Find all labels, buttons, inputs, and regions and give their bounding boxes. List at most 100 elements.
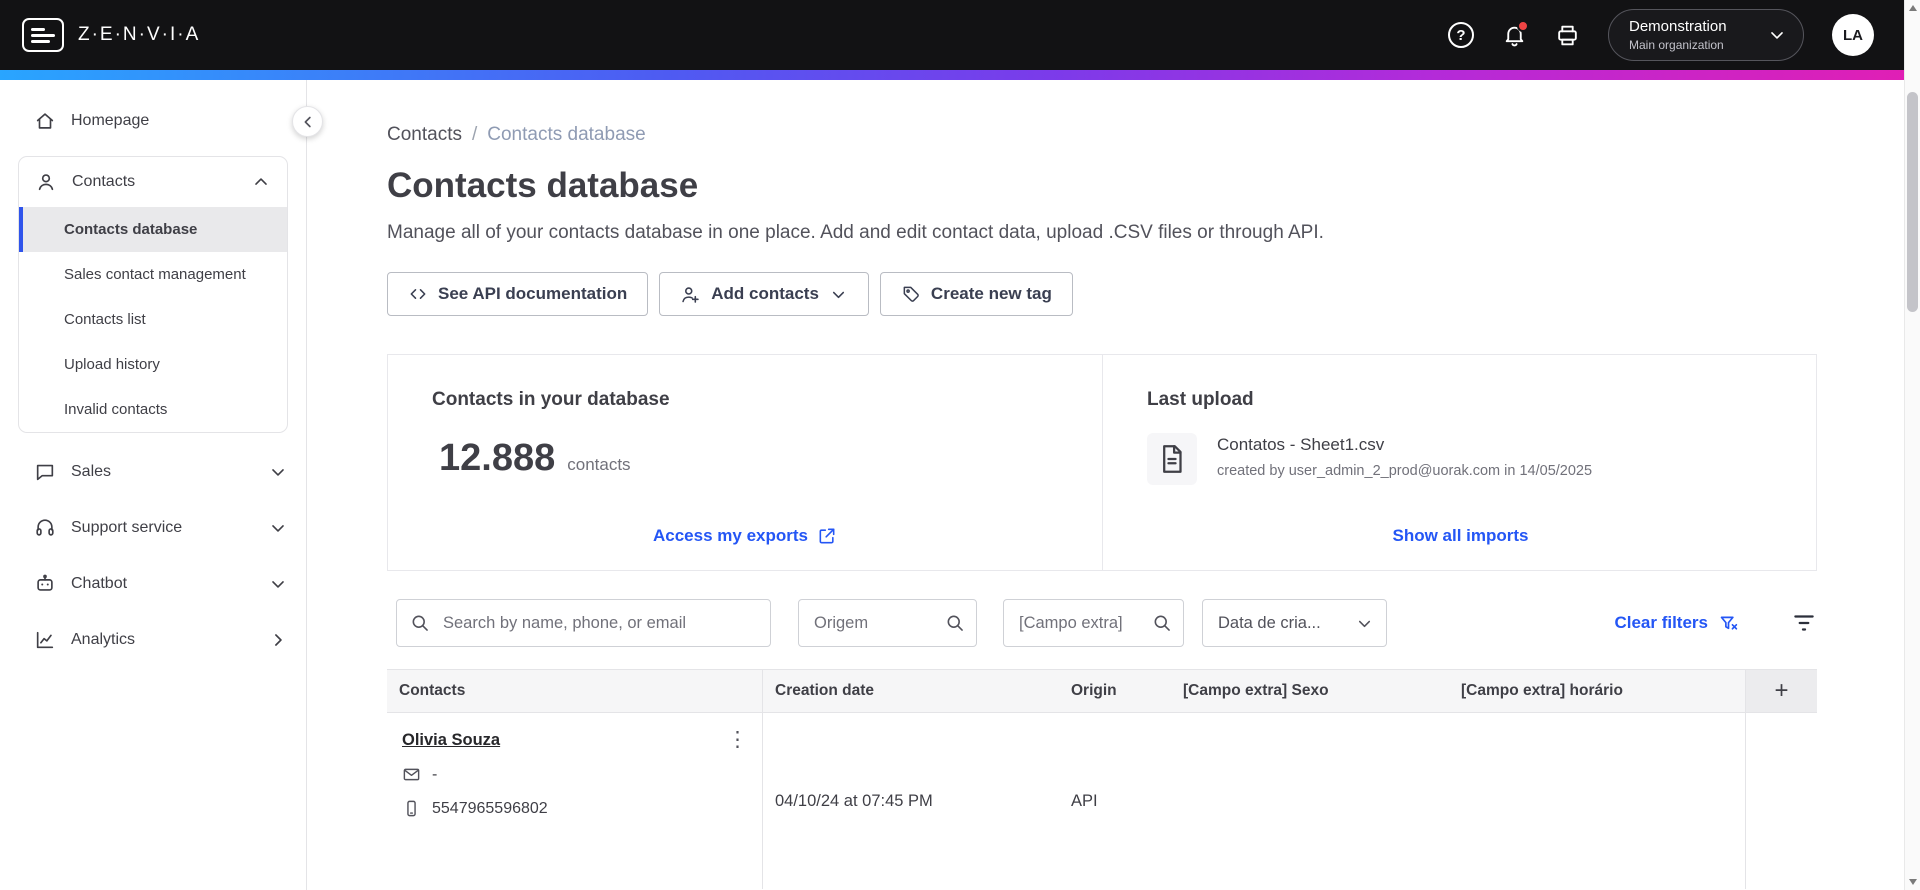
origin-cell: API [1071,791,1098,810]
page-actions: See API documentation Add contacts Creat… [387,272,1817,316]
column-header-creation-date: Creation date [775,682,875,699]
sidebar-item-label: Sales [71,463,112,480]
clear-filters-link[interactable]: Clear filters [1614,613,1739,634]
search-icon [947,615,963,631]
sidebar-item-sales-contact-management[interactable]: Sales contact management [19,252,287,297]
help-button[interactable]: ? [1448,22,1474,48]
topbar: Z·E·N·V·I·A ? Demonstration Main organiz… [0,0,1904,70]
sidebar-subitem-label: Upload history [64,356,160,373]
scrollbar[interactable] [1904,0,1920,890]
scrollbar-up-button[interactable] [1905,0,1920,16]
scroll-down-icon [1909,879,1917,885]
link-label: Clear filters [1614,613,1708,632]
chevron-down-icon [272,469,284,476]
contacts-group: Contacts Contacts database Sales contact… [18,156,288,433]
add-column-cell [1745,713,1817,889]
file-name: Contatos - Sheet1.csv [1217,435,1385,454]
sidebar-item-support-service[interactable]: Support service [0,505,306,551]
creation-date-filter-label: Data de cria... [1218,613,1321,632]
sidebar-item-sales[interactable]: Sales [0,449,306,495]
create-new-tag-button[interactable]: Create new tag [879,272,1073,316]
sidebar-item-analytics[interactable]: Analytics [0,617,306,663]
page-subtitle: Manage all of your contacts database in … [387,222,1324,243]
scrollbar-down-button[interactable] [1905,874,1920,890]
notifications-button[interactable] [1502,19,1529,48]
column-header-origin: Origin [1071,682,1117,699]
zenvia-logo[interactable]: Z·E·N·V·I·A [22,18,200,52]
sidebar-collapse-button[interactable] [292,106,323,137]
organization-info: Demonstration Main organization [1629,18,1751,52]
row-menu-button[interactable]: ⋮ [719,725,756,754]
printer-icon [1558,25,1577,45]
card-title: Last upload [1147,389,1254,410]
file-meta: created by user_admin_2_prod@uorak.com i… [1217,463,1593,479]
button-label: Create new tag [930,284,1052,303]
breadcrumb: Contacts / Contacts database [387,124,1817,146]
column-header-campo-extra-sexo: [Campo extra] Sexo [1183,682,1329,699]
chevron-right-icon [275,634,282,646]
search-input[interactable] [396,599,771,647]
sidebar-item-upload-history[interactable]: Upload history [19,342,287,387]
organization-selector[interactable]: Demonstration Main organization [1608,9,1804,61]
sidebar-item-label: Chatbot [71,575,128,592]
sales-icon [36,464,54,481]
contacts-count-unit: contacts [567,455,631,474]
sidebar-item-label: Support service [71,519,183,536]
sidebar-subitem-label: Contacts database [64,221,198,238]
link-label: Access my exports [653,526,808,545]
sidebar-item-label: Analytics [71,631,136,648]
sidebar-subitem-label: Sales contact management [64,266,246,283]
column-header-campo-extra-horario: [Campo extra] horário [1461,682,1623,699]
phone-icon [407,800,416,817]
contacts-count-value: 12.888 [439,437,556,479]
help-icon: ? [1448,22,1474,48]
print-button[interactable] [1555,23,1580,48]
chevron-left-icon [304,116,311,127]
contact-name-link[interactable]: Olivia Souza [402,731,500,750]
file-icon [1163,445,1182,473]
contact-cell: Olivia Souza ⋮ - 5547965596802 [387,713,763,889]
sidebar-subitem-label: Invalid contacts [64,401,168,418]
sidebar-item-invalid-contacts[interactable]: Invalid contacts [19,387,287,432]
creation-date-filter[interactable]: Data de cria... [1202,599,1387,647]
file-details: Contatos - Sheet1.csv created by user_ad… [1217,433,1592,479]
show-all-imports-link[interactable]: Show all imports [1103,526,1818,546]
add-user-icon [682,286,699,303]
main-content: Contacts / Contacts database Contacts da… [307,80,1904,890]
clear-filter-icon [1720,616,1738,630]
tag-icon [903,286,919,302]
avatar[interactable]: LA [1832,14,1874,56]
breadcrumb-contacts[interactable]: Contacts [387,124,462,146]
sidebar-item-homepage[interactable]: Homepage [0,98,306,144]
notification-dot [1517,19,1529,32]
file-box [1147,433,1197,485]
add-column-button[interactable]: + [1745,670,1817,712]
sidebar-item-chatbot[interactable]: Chatbot [0,561,306,607]
sidebar-item-contacts-database[interactable]: Contacts database [19,207,287,252]
sidebar-item-contacts-list[interactable]: Contacts list [19,297,287,342]
filters-bar: Data de cria... Clear filters [387,599,1817,647]
scrollbar-thumb[interactable] [1907,92,1918,312]
origin-filter-wrap [798,599,977,647]
contact-email: - [432,765,438,783]
page-title: Contacts database [387,166,699,205]
search-field-wrap [396,599,771,647]
topbar-actions: ? Demonstration Main organization LA [1448,9,1874,61]
filter-menu-icon [1794,615,1814,631]
avatar-initials: LA [1843,26,1863,44]
access-my-exports-link[interactable]: Access my exports [388,526,1102,546]
extra-field-filter-wrap [1003,599,1184,647]
see-api-documentation-button[interactable]: See API documentation [387,272,649,316]
email-icon [403,768,420,781]
summary-cards: Contacts in your database 12.888 contact… [387,354,1817,571]
sidebar-item-contacts[interactable]: Contacts [19,157,287,207]
last-upload-card: Last upload Contatos - Sheet1.csv create… [1102,355,1818,570]
chevron-down-icon [1771,32,1783,39]
sidebar-subitem-label: Contacts list [64,311,146,328]
breadcrumb-separator: / [471,124,478,145]
add-contacts-button[interactable]: Add contacts [659,272,869,316]
card-title: Contacts in your database [432,389,670,410]
filter-menu-button[interactable] [1791,610,1817,636]
contacts-table: Contacts Creation date Origin [Campo ext… [387,669,1817,889]
breadcrumb-current: Contacts database [487,124,646,145]
